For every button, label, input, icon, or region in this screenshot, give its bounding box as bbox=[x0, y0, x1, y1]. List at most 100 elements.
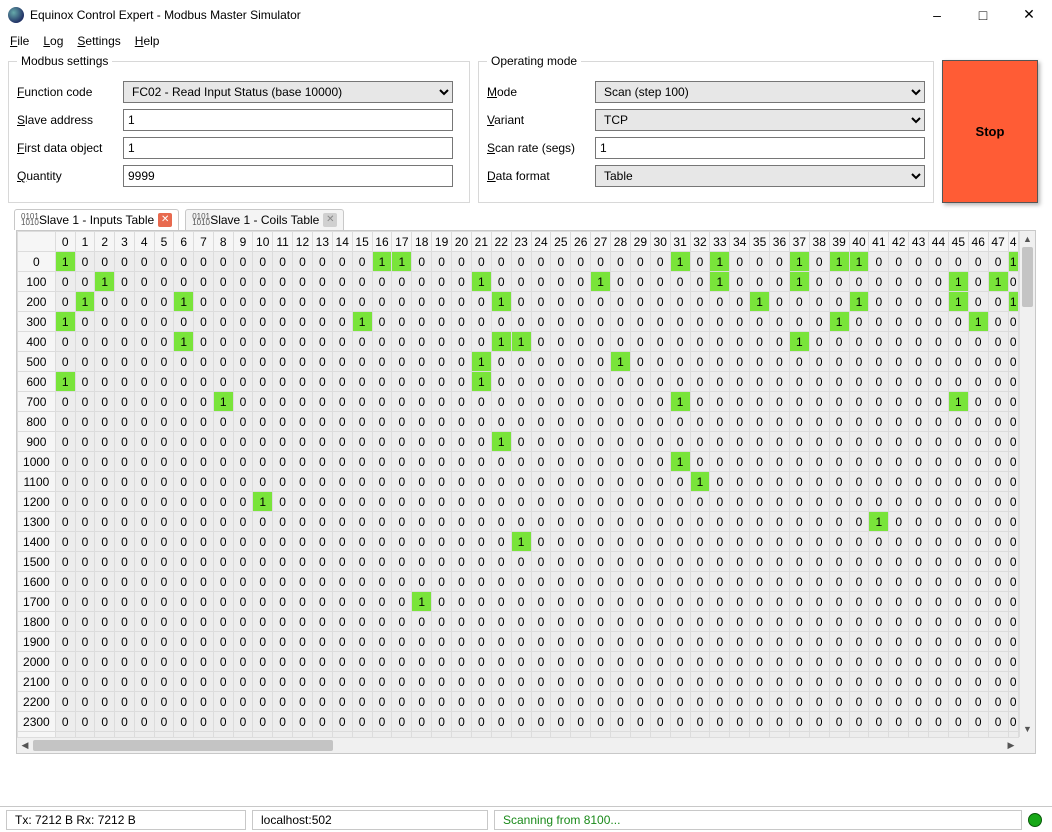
data-cell[interactable]: 0 bbox=[1008, 652, 1018, 672]
data-cell[interactable]: 0 bbox=[115, 412, 135, 432]
data-cell[interactable]: 0 bbox=[909, 452, 929, 472]
data-cell[interactable]: 0 bbox=[134, 292, 154, 312]
data-cell[interactable]: 0 bbox=[809, 372, 829, 392]
data-cell[interactable]: 0 bbox=[392, 532, 412, 552]
data-cell[interactable]: 0 bbox=[95, 452, 115, 472]
data-cell[interactable]: 0 bbox=[869, 552, 889, 572]
data-cell[interactable]: 0 bbox=[551, 572, 571, 592]
data-cell[interactable]: 0 bbox=[491, 372, 511, 392]
data-cell[interactable]: 0 bbox=[531, 372, 551, 392]
data-cell[interactable]: 0 bbox=[352, 472, 372, 492]
data-cell[interactable]: 0 bbox=[889, 692, 909, 712]
data-cell[interactable]: 0 bbox=[392, 692, 412, 712]
data-cell[interactable]: 0 bbox=[770, 312, 790, 332]
data-cell[interactable]: 0 bbox=[611, 292, 631, 312]
data-cell[interactable]: 0 bbox=[611, 672, 631, 692]
data-cell[interactable]: 0 bbox=[194, 572, 214, 592]
data-cell[interactable]: 0 bbox=[115, 552, 135, 572]
data-cell[interactable]: 0 bbox=[273, 272, 293, 292]
data-cell[interactable]: 0 bbox=[968, 252, 988, 272]
data-cell[interactable]: 0 bbox=[511, 512, 531, 532]
data-cell[interactable]: 0 bbox=[312, 492, 332, 512]
data-cell[interactable]: 0 bbox=[849, 532, 869, 552]
data-cell[interactable]: 0 bbox=[929, 512, 949, 532]
data-cell[interactable]: 1 bbox=[491, 332, 511, 352]
data-cell[interactable]: 0 bbox=[115, 332, 135, 352]
data-cell[interactable]: 0 bbox=[809, 332, 829, 352]
data-cell[interactable]: 0 bbox=[213, 512, 233, 532]
data-cell[interactable]: 0 bbox=[909, 392, 929, 412]
data-cell[interactable]: 0 bbox=[551, 352, 571, 372]
data-cell[interactable]: 0 bbox=[630, 252, 650, 272]
data-cell[interactable]: 0 bbox=[154, 712, 174, 732]
data-cell[interactable]: 1 bbox=[491, 292, 511, 312]
data-cell[interactable]: 0 bbox=[710, 652, 730, 672]
data-cell[interactable]: 0 bbox=[849, 472, 869, 492]
data-cell[interactable]: 0 bbox=[551, 412, 571, 432]
data-cell[interactable]: 0 bbox=[194, 552, 214, 572]
data-cell[interactable]: 0 bbox=[829, 572, 849, 592]
data-cell[interactable]: 0 bbox=[591, 712, 611, 732]
data-cell[interactable]: 0 bbox=[889, 572, 909, 592]
data-cell[interactable]: 0 bbox=[929, 452, 949, 472]
data-cell[interactable]: 0 bbox=[392, 612, 412, 632]
data-cell[interactable]: 0 bbox=[829, 512, 849, 532]
data-cell[interactable]: 0 bbox=[332, 332, 352, 352]
data-cell[interactable]: 1 bbox=[372, 252, 392, 272]
data-cell[interactable]: 0 bbox=[750, 312, 770, 332]
data-cell[interactable]: 0 bbox=[154, 372, 174, 392]
data-cell[interactable]: 0 bbox=[809, 452, 829, 472]
data-cell[interactable]: 0 bbox=[650, 512, 670, 532]
data-cell[interactable]: 0 bbox=[471, 472, 491, 492]
scroll-right-icon[interactable]: ▶ bbox=[1003, 738, 1019, 753]
data-cell[interactable]: 0 bbox=[253, 332, 273, 352]
data-cell[interactable]: 0 bbox=[213, 572, 233, 592]
data-cell[interactable]: 0 bbox=[95, 532, 115, 552]
data-cell[interactable]: 0 bbox=[352, 512, 372, 532]
data-cell[interactable]: 0 bbox=[293, 272, 313, 292]
data-cell[interactable]: 0 bbox=[968, 432, 988, 452]
data-cell[interactable]: 0 bbox=[471, 312, 491, 332]
data-cell[interactable]: 0 bbox=[929, 272, 949, 292]
data-cell[interactable]: 0 bbox=[690, 532, 710, 552]
data-cell[interactable]: 0 bbox=[471, 572, 491, 592]
data-cell[interactable]: 0 bbox=[988, 492, 1008, 512]
data-cell[interactable]: 0 bbox=[75, 472, 95, 492]
data-cell[interactable]: 0 bbox=[591, 532, 611, 552]
data-cell[interactable]: 0 bbox=[75, 432, 95, 452]
data-cell[interactable]: 0 bbox=[551, 712, 571, 732]
data-cell[interactable]: 0 bbox=[452, 252, 472, 272]
data-cell[interactable]: 0 bbox=[948, 472, 968, 492]
data-cell[interactable]: 0 bbox=[909, 512, 929, 532]
maximize-button[interactable]: □ bbox=[960, 0, 1006, 30]
function-code-select[interactable]: FC02 - Read Input Status (base 10000) bbox=[123, 81, 453, 103]
data-cell[interactable]: 0 bbox=[809, 692, 829, 712]
data-cell[interactable]: 0 bbox=[55, 452, 75, 472]
data-cell[interactable]: 0 bbox=[253, 352, 273, 372]
data-cell[interactable]: 0 bbox=[115, 272, 135, 292]
data-cell[interactable]: 0 bbox=[531, 512, 551, 532]
data-cell[interactable]: 0 bbox=[312, 652, 332, 672]
data-cell[interactable]: 0 bbox=[988, 432, 1008, 452]
data-cell[interactable]: 0 bbox=[1008, 412, 1018, 432]
data-cell[interactable]: 0 bbox=[352, 572, 372, 592]
data-cell[interactable]: 0 bbox=[273, 632, 293, 652]
data-cell[interactable]: 0 bbox=[571, 652, 591, 672]
data-cell[interactable]: 0 bbox=[650, 672, 670, 692]
data-cell[interactable]: 0 bbox=[730, 572, 750, 592]
data-cell[interactable]: 0 bbox=[332, 372, 352, 392]
data-cell[interactable]: 0 bbox=[770, 652, 790, 672]
data-cell[interactable]: 0 bbox=[392, 412, 412, 432]
data-cell[interactable]: 0 bbox=[372, 432, 392, 452]
data-cell[interactable]: 0 bbox=[174, 432, 194, 452]
data-cell[interactable]: 0 bbox=[154, 572, 174, 592]
data-cell[interactable]: 0 bbox=[531, 612, 551, 632]
data-cell[interactable]: 0 bbox=[392, 552, 412, 572]
data-cell[interactable]: 0 bbox=[491, 652, 511, 672]
data-cell[interactable]: 0 bbox=[571, 332, 591, 352]
data-cell[interactable]: 0 bbox=[988, 312, 1008, 332]
data-cell[interactable]: 0 bbox=[95, 432, 115, 452]
data-cell[interactable]: 0 bbox=[174, 612, 194, 632]
vertical-scrollbar[interactable]: ▲ ▼ bbox=[1019, 231, 1035, 737]
data-cell[interactable]: 0 bbox=[829, 492, 849, 512]
